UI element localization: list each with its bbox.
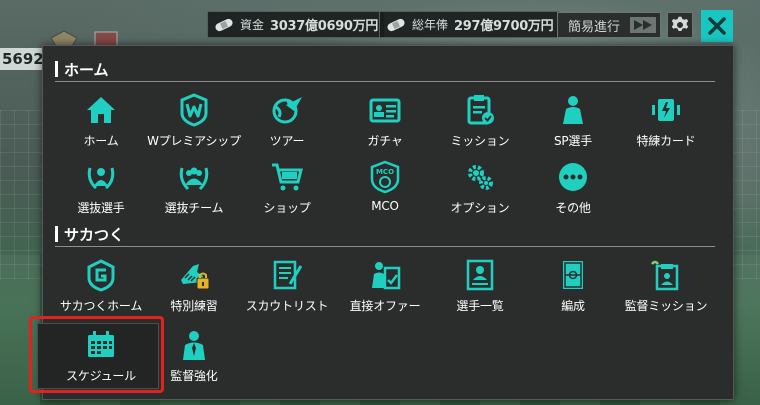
menu-item-sakatsuku-home[interactable]: サカつくホーム — [53, 257, 149, 317]
highlight-frame — [29, 316, 164, 393]
mco-shield-icon: MCO — [367, 159, 403, 195]
menu-item-label: ショップ — [263, 201, 311, 215]
menu-item-direct-offer[interactable]: 直接オファー — [337, 257, 433, 317]
menu-item-label: スカウトリスト — [245, 299, 329, 313]
menu-item-other[interactable]: その他 — [525, 159, 621, 219]
id-card-icon — [367, 92, 403, 128]
menu-item-scout-list[interactable]: スカウトリスト — [239, 257, 335, 317]
salary-value: 297億9700万円 — [454, 19, 554, 34]
menu-item-gacha[interactable]: ガチャ — [337, 92, 433, 152]
menu-item-training-card[interactable]: 特練カード — [618, 92, 714, 152]
easy-progress-label: 簡易進行 — [568, 19, 621, 35]
section-divider — [55, 246, 715, 247]
menu-item-label: 直接オファー — [349, 299, 421, 313]
menu-item-label: 監督ミッション — [624, 299, 708, 313]
menu-item-label: ガチャ — [367, 134, 403, 148]
menu-item-w-premiership[interactable]: Wプレミアシップ — [146, 92, 242, 152]
easy-progress-button[interactable]: 簡易進行 — [557, 12, 661, 38]
funds-display: 資金 3037億0690万円 — [207, 11, 386, 38]
menu-item-formation[interactable]: 編成 — [525, 257, 621, 317]
menu-item-label: ツアー — [269, 134, 305, 148]
close-button[interactable] — [701, 10, 733, 42]
scout-list-icon — [269, 257, 305, 293]
section-title-home-label: ホーム — [64, 60, 109, 79]
funds-label: 資金 — [240, 18, 265, 32]
laurel-player-icon — [83, 159, 119, 195]
menu-item-label: 選抜チーム — [164, 201, 224, 215]
menu-item-label: その他 — [555, 201, 591, 215]
globe-plane-icon — [269, 92, 305, 128]
more-icon — [555, 159, 591, 195]
menu-item-tour[interactable]: ツアー — [239, 92, 335, 152]
gears-icon — [462, 159, 498, 195]
funds-value: 3037億0690万円 — [270, 19, 379, 34]
section-title-home: ホーム — [55, 58, 109, 80]
clipboard-check-icon — [462, 92, 498, 128]
laurel-team-icon — [176, 159, 212, 195]
menu-item-label: オプション — [450, 201, 510, 215]
close-icon — [708, 17, 726, 35]
section-title-sakatsuku-label: サカつく — [64, 225, 125, 244]
menu-item-mission[interactable]: ミッション — [432, 92, 528, 152]
settings-button[interactable] — [667, 12, 693, 38]
section-divider — [55, 81, 715, 82]
menu-item-label: 編成 — [561, 299, 585, 313]
formation-icon — [555, 257, 591, 293]
cart-icon — [269, 159, 305, 195]
sakatsuku-logo-icon — [83, 257, 119, 293]
menu-item-label: 特別練習 — [170, 299, 218, 313]
menu-item-label: 監督強化 — [170, 369, 218, 383]
section-bar — [55, 226, 58, 242]
menu-item-option[interactable]: オプション — [432, 159, 528, 219]
menu-item-label: MCO — [371, 199, 399, 213]
menu-item-sp-player[interactable]: SP選手 — [525, 92, 621, 152]
w-badge-icon — [176, 92, 212, 128]
menu-item-mco[interactable]: MCO MCO — [337, 159, 433, 219]
player-list-icon — [462, 257, 498, 293]
section-title-sakatsuku: サカつく — [55, 223, 124, 245]
locked-boot-icon — [176, 257, 212, 293]
menu-item-home[interactable]: ホーム — [53, 92, 149, 152]
bandage-icon — [215, 18, 233, 31]
menu-item-shop[interactable]: ショップ — [239, 159, 335, 219]
manager-icon — [176, 327, 212, 363]
card-icon — [648, 92, 684, 128]
gear-icon — [671, 16, 689, 31]
house-icon — [83, 92, 119, 128]
menu-item-manager-mission[interactable]: 監督ミッション — [618, 257, 714, 317]
manager-mission-icon — [648, 257, 684, 293]
menu-item-selected-players[interactable]: 選抜選手 — [53, 159, 149, 219]
menu-item-label: 特練カード — [636, 134, 696, 148]
salary-label: 総年俸 — [412, 18, 449, 32]
menu-item-label: ミッション — [450, 134, 510, 148]
menu-item-label: 選手一覧 — [456, 299, 504, 313]
menu-item-label: Wプレミアシップ — [147, 134, 241, 148]
menu-item-selected-team[interactable]: 選抜チーム — [146, 159, 242, 219]
player-icon — [555, 92, 591, 128]
offer-icon — [367, 257, 403, 293]
menu-item-label: ホーム — [83, 134, 119, 148]
svg-text:MCO: MCO — [376, 168, 394, 176]
fast-forward-icon — [630, 17, 656, 33]
bandage-icon — [387, 18, 405, 31]
section-bar — [55, 61, 58, 77]
menu-item-label: 選抜選手 — [77, 201, 125, 215]
menu-item-label: SP選手 — [553, 134, 593, 148]
salary-display: 総年俸 297億9700万円 — [379, 11, 561, 38]
menu-item-special-training[interactable]: 特別練習 — [146, 257, 242, 317]
background-score: 5692 — [0, 48, 42, 70]
menu-item-player-list[interactable]: 選手一覧 — [432, 257, 528, 317]
menu-item-label: サカつくホーム — [59, 299, 143, 313]
